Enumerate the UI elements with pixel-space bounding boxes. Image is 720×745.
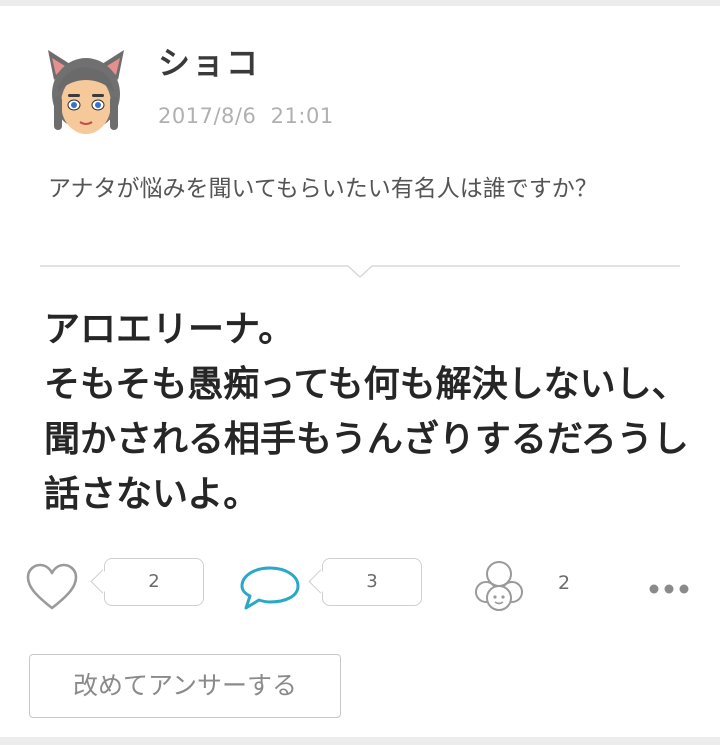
empathy-count: 2 [558, 572, 571, 594]
action-row: 2 3 2 [0, 558, 720, 618]
bottom-edge [0, 737, 720, 745]
user-name[interactable]: ショコ [158, 38, 260, 84]
question-divider [40, 265, 680, 279]
post-timestamp: 2017/8/6 21:01 [158, 104, 334, 128]
answer-text: アロエリーナ。 そもそも愚痴っても何も解決しないし、聞かされる相手もうんざりする… [44, 309, 689, 515]
top-edge [0, 0, 720, 6]
mii-avatar-icon [48, 50, 124, 134]
like-count: 2 [90, 558, 204, 606]
question-text[interactable]: アナタが悩みを聞いてもらいたい有名人は誰ですか？ [48, 172, 678, 207]
comment-count-value: 3 [366, 571, 378, 592]
mii-group-icon[interactable] [474, 558, 524, 616]
answer-again-button[interactable]: 改めてアンサーする [29, 654, 341, 718]
more-options-icon[interactable] [648, 580, 690, 594]
comment-count: 3 [308, 558, 422, 606]
like-count-value: 2 [148, 571, 160, 592]
heart-icon[interactable] [24, 562, 80, 614]
avatar[interactable] [40, 42, 132, 142]
speech-bubble-icon[interactable] [238, 564, 302, 612]
